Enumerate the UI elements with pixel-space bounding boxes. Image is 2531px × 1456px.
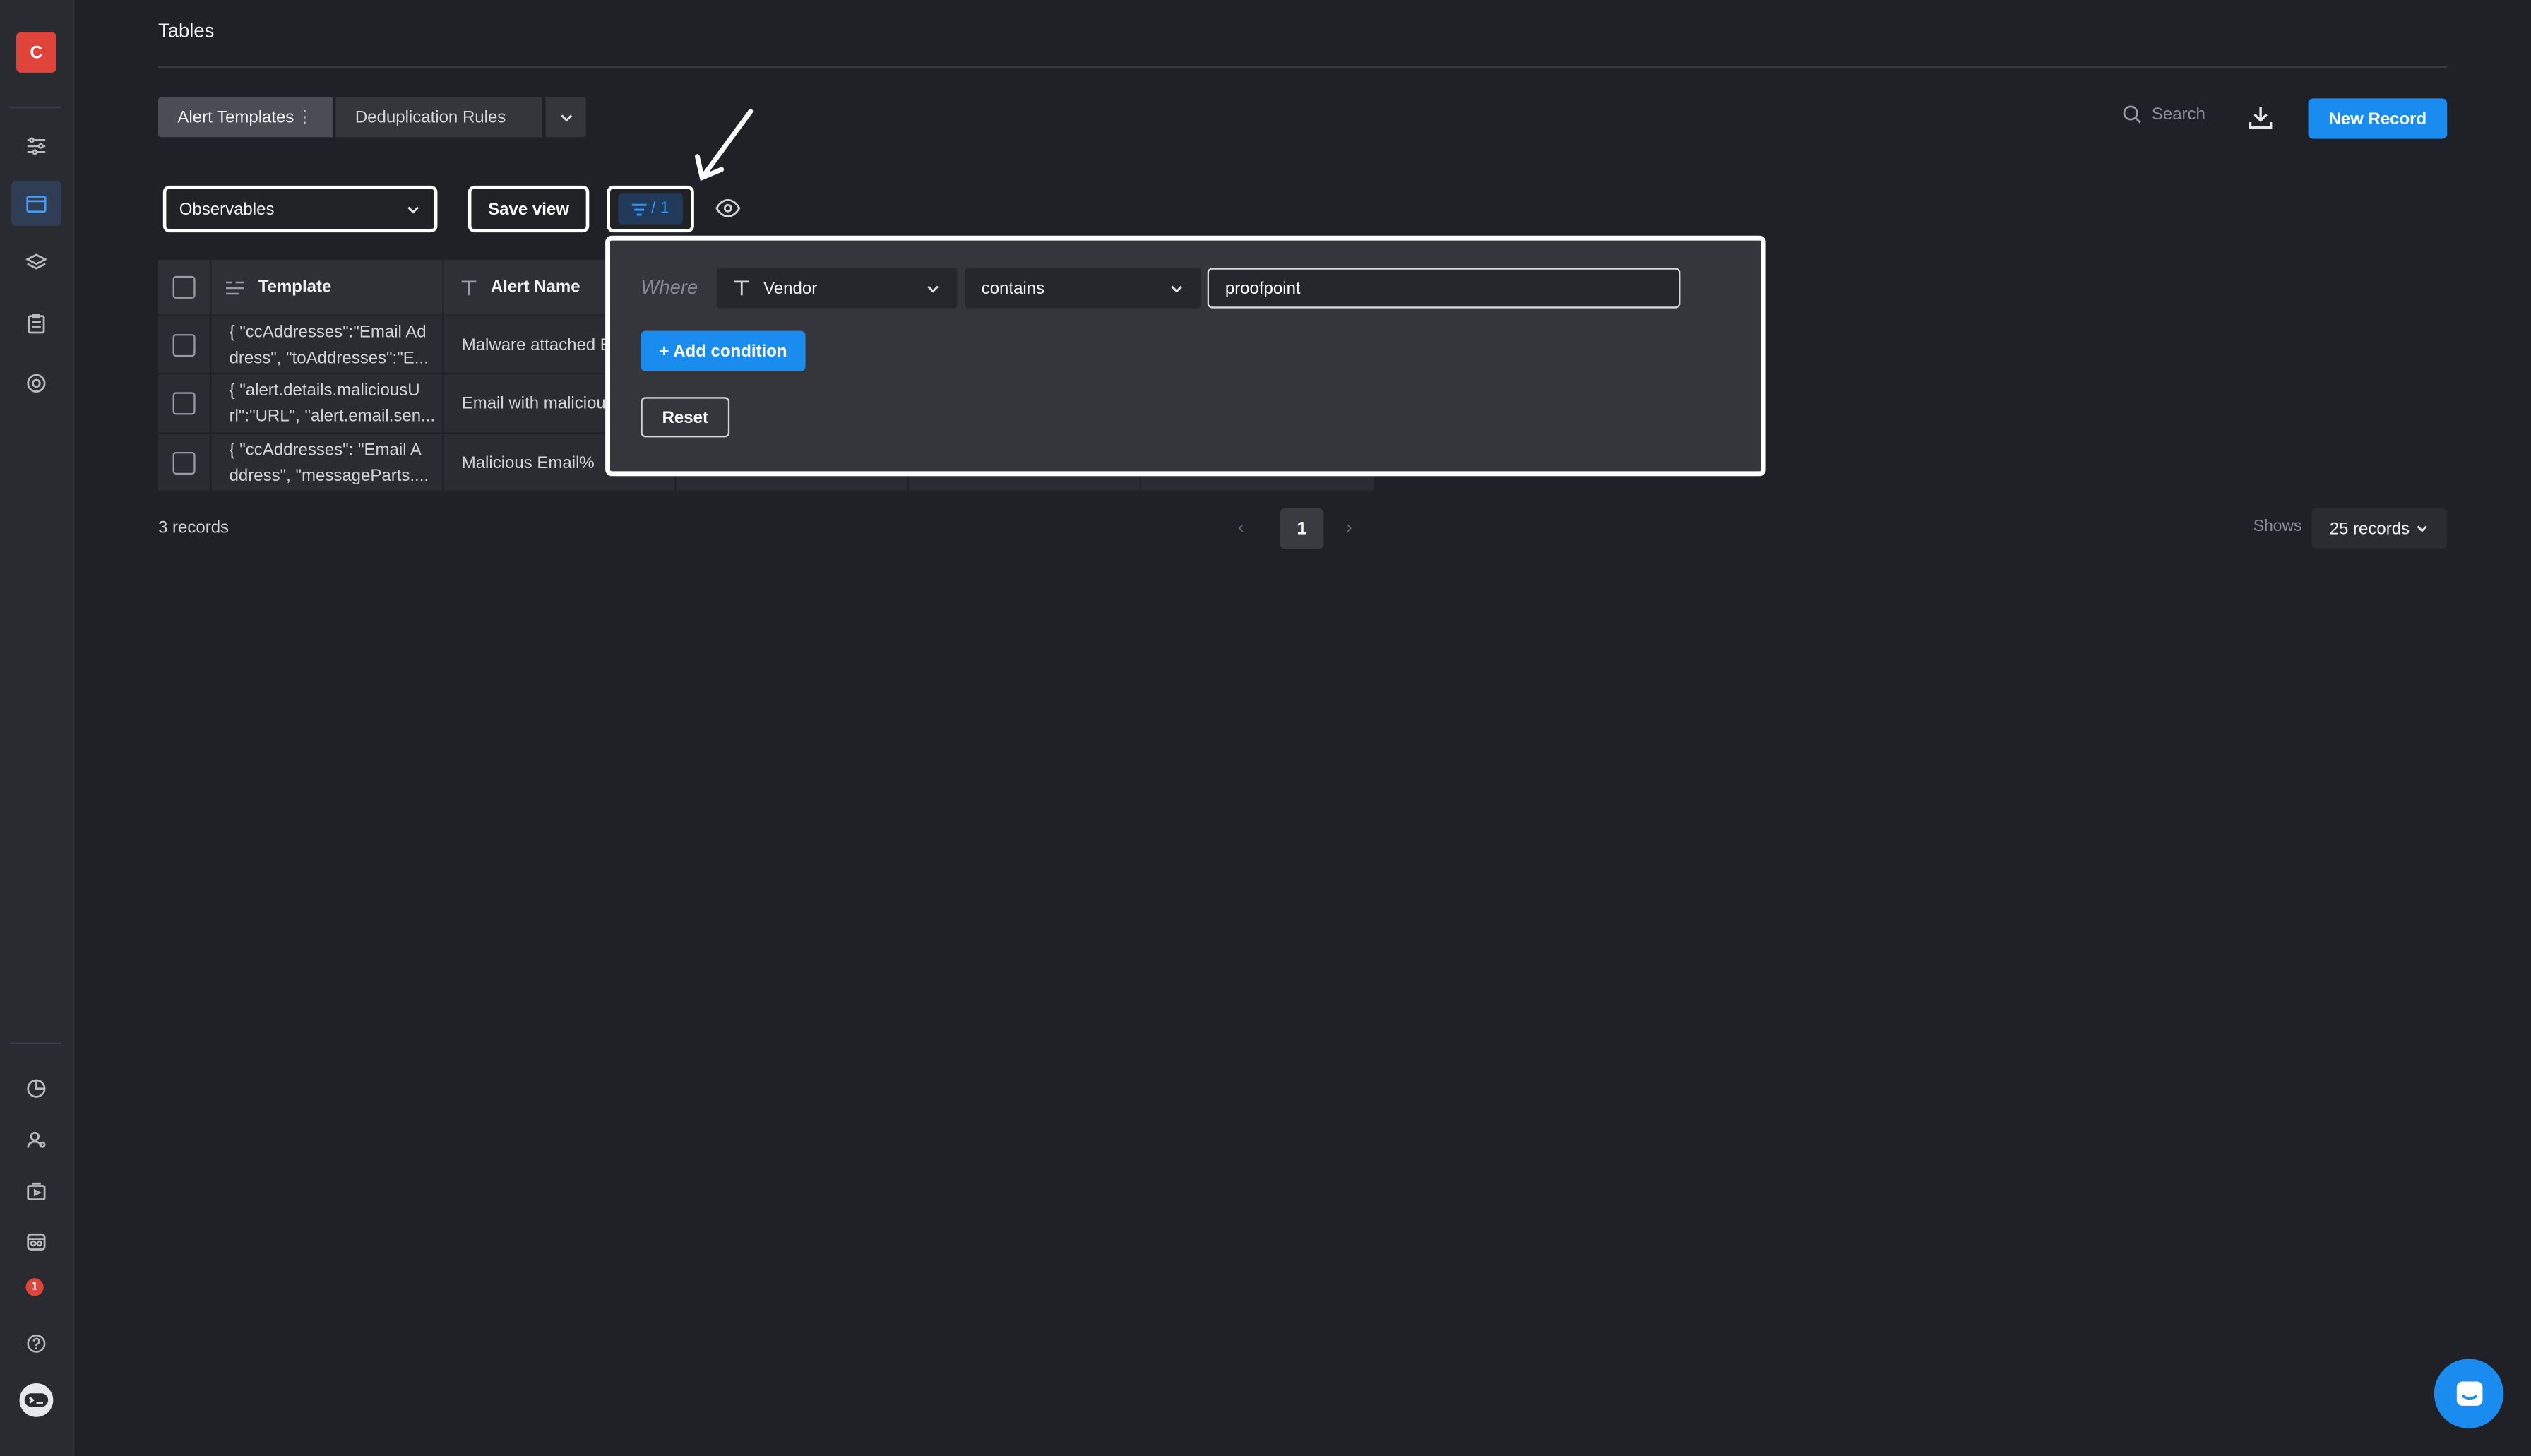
filter-field-label: Vendor <box>763 278 818 298</box>
tab-label: Alert Templates <box>177 107 294 127</box>
target-icon <box>27 373 46 392</box>
chevron-down-icon <box>1171 285 1183 292</box>
media-icon <box>27 1181 46 1200</box>
template-cell[interactable]: { "ccAddresses":"Email Ad dress", "toAdd… <box>211 316 444 375</box>
next-page-button[interactable]: › <box>1346 518 1352 537</box>
tab-label: Deduplication Rules <box>355 107 506 127</box>
table-icon <box>26 195 47 212</box>
tabs-more-button[interactable] <box>545 97 586 138</box>
row-select-cell <box>157 316 212 375</box>
reset-button[interactable]: Reset <box>641 397 730 438</box>
prev-page-button[interactable]: ‹ <box>1238 518 1244 537</box>
filter-count: / 1 <box>651 200 669 218</box>
filter-value-input[interactable]: proofpoint <box>1207 268 1681 309</box>
template-cell[interactable]: { "alert.details.maliciousU rl":"URL", "… <box>211 374 444 434</box>
filter-field-value: Vendor <box>733 278 818 298</box>
sidebar-item-reports[interactable] <box>11 1066 61 1111</box>
sidebar-item-media[interactable] <box>11 1169 61 1214</box>
sliders-icon <box>27 136 46 155</box>
annotation-arrow-icon <box>694 109 754 181</box>
sidebar-item-layers[interactable] <box>11 241 61 286</box>
eye-icon[interactable] <box>715 197 742 220</box>
sidebar: C 1 <box>0 0 75 1456</box>
sidebar-item-users[interactable] <box>11 1117 61 1162</box>
add-condition-button[interactable]: + Add condition <box>641 330 806 371</box>
sidebar-item-cases[interactable] <box>11 300 61 345</box>
integrations-icon <box>27 1232 46 1250</box>
layers-icon <box>25 253 47 269</box>
search-label: Search <box>2151 105 2205 124</box>
row-checkbox[interactable] <box>172 333 196 356</box>
column-header-label: Template <box>258 278 332 297</box>
header-divider <box>157 66 2448 68</box>
row-checkbox[interactable] <box>172 392 196 415</box>
page-title: Tables <box>157 19 215 42</box>
sidebar-item-dashboard[interactable] <box>11 123 61 168</box>
row-select-cell <box>157 434 212 493</box>
text-format-icon <box>225 280 244 294</box>
save-view-button[interactable]: Save view <box>468 185 590 233</box>
table-tabs: Alert Templates ⋮ Deduplication Rules <box>157 97 586 138</box>
sidebar-item-assistant[interactable] <box>11 1375 61 1424</box>
chat-support-button[interactable] <box>2434 1359 2504 1428</box>
column-header-label: Alert Name <box>490 278 580 297</box>
users-icon <box>27 1130 46 1147</box>
download-icon[interactable] <box>2247 103 2275 131</box>
filter-operator-label: contains <box>981 278 1045 298</box>
sidebar-divider <box>9 1042 61 1044</box>
filter-button[interactable]: / 1 <box>607 185 694 233</box>
app-logo[interactable]: C <box>16 32 56 73</box>
row-select-cell <box>157 374 212 434</box>
text-type-icon <box>734 280 749 296</box>
filter-button-inner: / 1 <box>618 193 683 225</box>
template-cell[interactable]: { "ccAddresses": "Email A ddress", "mess… <box>211 434 444 493</box>
search-icon <box>2123 105 2141 124</box>
sidebar-divider <box>9 106 61 109</box>
tab-menu-icon[interactable]: ⋮ <box>296 107 313 126</box>
where-label: Where <box>641 275 698 299</box>
notifications-icon: 1 <box>25 1277 47 1299</box>
chart-icon <box>27 1078 46 1097</box>
filter-icon <box>632 203 648 215</box>
sidebar-item-notifications[interactable]: 1 <box>11 1265 61 1311</box>
clipboard-icon <box>28 313 45 333</box>
record-count: 3 records <box>157 518 230 538</box>
tab-deduplication-rules[interactable]: Deduplication Rules <box>335 97 542 138</box>
column-header-template[interactable]: Template <box>211 259 444 316</box>
help-icon <box>27 1333 46 1352</box>
current-page-button[interactable]: 1 <box>1280 508 1324 549</box>
page-size-value: 25 records <box>2329 518 2410 539</box>
sidebar-item-integrations[interactable] <box>11 1219 61 1264</box>
view-select-value: Observables <box>179 199 275 219</box>
page-size-select[interactable]: 25 records <box>2311 508 2448 549</box>
view-select[interactable]: Observables <box>162 185 438 233</box>
row-checkbox[interactable] <box>172 450 196 474</box>
chevron-down-icon <box>407 205 419 213</box>
chat-icon <box>2455 1380 2482 1405</box>
notification-badge: 1 <box>25 1277 44 1296</box>
select-all-checkbox[interactable] <box>172 275 196 299</box>
chevron-down-icon <box>2417 525 2427 532</box>
chevron-down-icon <box>927 285 939 292</box>
sidebar-item-tables[interactable] <box>11 180 61 226</box>
text-type-icon <box>461 280 477 295</box>
search-button[interactable]: Search <box>2123 105 2205 124</box>
select-all-cell <box>157 259 212 316</box>
new-record-button[interactable]: New Record <box>2308 98 2448 139</box>
sidebar-item-help[interactable] <box>11 1320 61 1366</box>
sidebar-item-settings[interactable] <box>11 360 61 405</box>
chat-bot-icon <box>19 1382 54 1416</box>
tab-alert-templates[interactable]: Alert Templates ⋮ <box>157 97 333 138</box>
filter-popover: Where Vendor contains proofpoint + Add c… <box>605 235 1766 477</box>
filter-operator-select[interactable]: contains <box>965 268 1201 309</box>
chevron-down-icon <box>560 114 572 121</box>
shows-label: Shows <box>2253 518 2302 536</box>
filter-field-select[interactable]: Vendor <box>716 268 958 309</box>
